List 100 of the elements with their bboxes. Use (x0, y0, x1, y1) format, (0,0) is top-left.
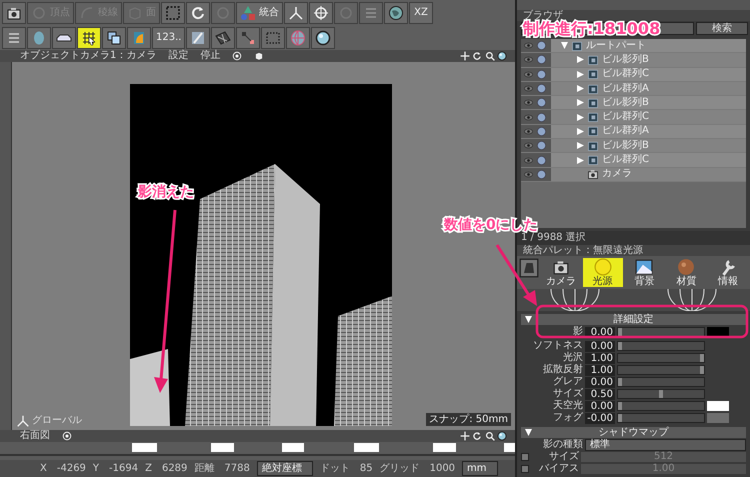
dashed-square-button[interactable] (161, 2, 185, 24)
attribute-label: 光沢 (562, 352, 583, 364)
stop-button[interactable]: 停止 (200, 50, 220, 62)
sphere-icon (315, 30, 332, 46)
camera-menu[interactable]: オブジェクトカメラ1：カメラ (20, 50, 156, 62)
wrench-tab[interactable]: 情報 (708, 258, 748, 287)
slider[interactable] (617, 377, 705, 387)
sphere-button[interactable] (311, 26, 336, 48)
target-icon (232, 51, 242, 61)
color-swatch[interactable] (707, 327, 729, 337)
row-label: ビル影列B (602, 96, 649, 109)
sphere-grid-button[interactable] (286, 26, 310, 48)
value-field[interactable]: -0.00 (585, 412, 615, 424)
ball-tab[interactable]: 材質 (666, 258, 706, 287)
attribute-label: ソフトネス (532, 340, 583, 352)
landscape-icon (635, 258, 654, 276)
view-title[interactable]: 右面図 (20, 430, 50, 442)
squares-button[interactable] (102, 26, 126, 48)
axes-button[interactable] (284, 2, 308, 24)
shapes-button[interactable]: 統合 (236, 2, 283, 24)
camera-tab[interactable]: カメラ (541, 258, 581, 287)
slider[interactable] (617, 341, 705, 351)
row-label: ビル群列A (602, 82, 649, 95)
tree-row[interactable]: ビル影列B (521, 53, 746, 68)
status-dropdown[interactable]: mm (462, 461, 498, 476)
expander-icon[interactable] (525, 316, 532, 323)
axes-icon (16, 414, 30, 428)
head-icon (31, 30, 47, 46)
sun-tab[interactable]: 光源 (582, 258, 623, 287)
search-tab[interactable]: 検索 (696, 22, 748, 35)
lines-button[interactable] (2, 26, 26, 48)
axes-icon (288, 4, 304, 20)
slider-thumb[interactable] (700, 366, 704, 374)
crosshair-button[interactable] (309, 2, 333, 24)
value-field[interactable]: 0.00 (585, 340, 615, 352)
squares-icon (106, 30, 122, 46)
color-swatch[interactable] (707, 401, 729, 411)
expander-icon[interactable] (561, 42, 568, 50)
text-button[interactable]: 123.. (152, 26, 186, 48)
value-field[interactable]: 0.00 (585, 400, 615, 412)
tree-row[interactable]: ビル群列C (521, 110, 746, 125)
section-header[interactable]: 詳細設定 (521, 314, 746, 325)
tree-row[interactable]: ビル群列A (521, 82, 746, 96)
pen-button[interactable] (186, 26, 210, 48)
value-field[interactable]: 1.00 (585, 364, 615, 376)
panel-title: ブラウザ (517, 10, 750, 21)
value-field[interactable]: 0.00 (585, 376, 615, 388)
grid-cursor-button[interactable] (77, 26, 101, 48)
slider-thumb[interactable] (659, 390, 663, 398)
nodes-button[interactable] (236, 26, 260, 48)
slider-thumb[interactable] (618, 328, 622, 336)
slider[interactable] (617, 389, 705, 399)
car-button[interactable] (52, 26, 76, 48)
globe-button[interactable] (384, 2, 408, 24)
color-swatch[interactable] (707, 413, 729, 423)
rotate-button[interactable] (186, 2, 210, 24)
slider[interactable] (617, 413, 705, 423)
dot-icon (536, 154, 547, 166)
slider-thumb[interactable] (618, 342, 622, 350)
expander-icon[interactable] (577, 142, 584, 150)
value-field[interactable]: 0.00 (585, 326, 615, 338)
expander-icon[interactable] (577, 114, 584, 121)
target-icon (62, 431, 72, 441)
settings-menu[interactable]: 設定 (168, 50, 188, 62)
status-dropdown[interactable]: 絶対座標 (256, 461, 313, 476)
status-value: 6289 (162, 462, 188, 475)
attribute-label: グレア (552, 376, 583, 388)
expander-icon[interactable] (577, 156, 584, 164)
plane-button[interactable] (211, 26, 236, 48)
status-label: X (40, 462, 47, 475)
expander-icon[interactable] (525, 429, 532, 436)
part-icon (587, 82, 599, 95)
value-field[interactable]: 0.50 (585, 388, 615, 400)
tree-row[interactable]: カメラ (521, 168, 746, 182)
landscape-tab[interactable]: 背景 (624, 258, 664, 287)
value-field[interactable]: 1.00 (585, 352, 615, 364)
slider-thumb[interactable] (618, 402, 622, 410)
section-header[interactable]: シャドウマップ (521, 427, 746, 438)
document-button[interactable] (127, 26, 151, 48)
dot-icon (536, 112, 547, 123)
tree-row[interactable]: ビル影列B (521, 139, 746, 154)
expander-icon[interactable] (577, 70, 584, 78)
head-button[interactable] (27, 26, 51, 48)
slider[interactable] (617, 365, 705, 375)
text-button[interactable]: XZ (409, 2, 433, 24)
shadow-type-dropdown[interactable]: 標準 (585, 439, 746, 451)
zoom-icon (484, 51, 494, 61)
slider[interactable] (617, 353, 705, 363)
slider[interactable] (617, 401, 705, 411)
camera-button[interactable] (2, 2, 26, 24)
expander-icon[interactable] (577, 128, 584, 135)
annotation-heading: 制作進行:181008 (523, 21, 660, 38)
slider-thumb[interactable] (700, 354, 704, 362)
expander-icon[interactable] (577, 56, 584, 64)
expander-icon[interactable] (577, 99, 584, 106)
status-label: 距離 (194, 462, 214, 475)
slider[interactable] (617, 327, 705, 337)
expander-icon[interactable] (577, 85, 584, 92)
slider-thumb[interactable] (618, 414, 622, 422)
slider-thumb[interactable] (618, 378, 622, 386)
